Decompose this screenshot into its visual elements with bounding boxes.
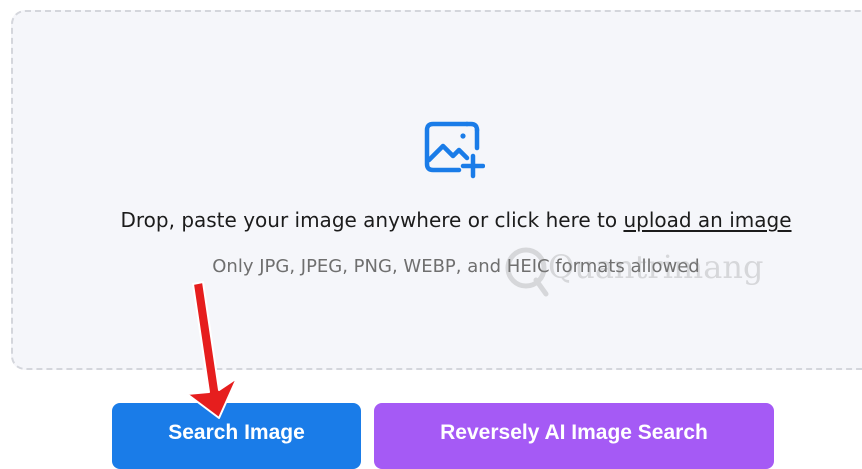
allowed-formats-text: Only JPG, JPEG, PNG, WEBP, and HEIC form…: [212, 256, 700, 277]
image-dropzone[interactable]: Drop, paste your image anywhere or click…: [11, 10, 862, 370]
upload-image-link[interactable]: upload an image: [623, 208, 791, 232]
dropzone-prompt: Drop, paste your image anywhere or click…: [13, 208, 862, 232]
search-image-button[interactable]: Search Image: [112, 403, 361, 469]
image-plus-icon: [424, 121, 485, 179]
dropzone-prompt-text: Drop, paste your image anywhere or click…: [120, 208, 624, 232]
reversely-ai-image-search-button[interactable]: Reversely AI Image Search: [374, 403, 774, 469]
